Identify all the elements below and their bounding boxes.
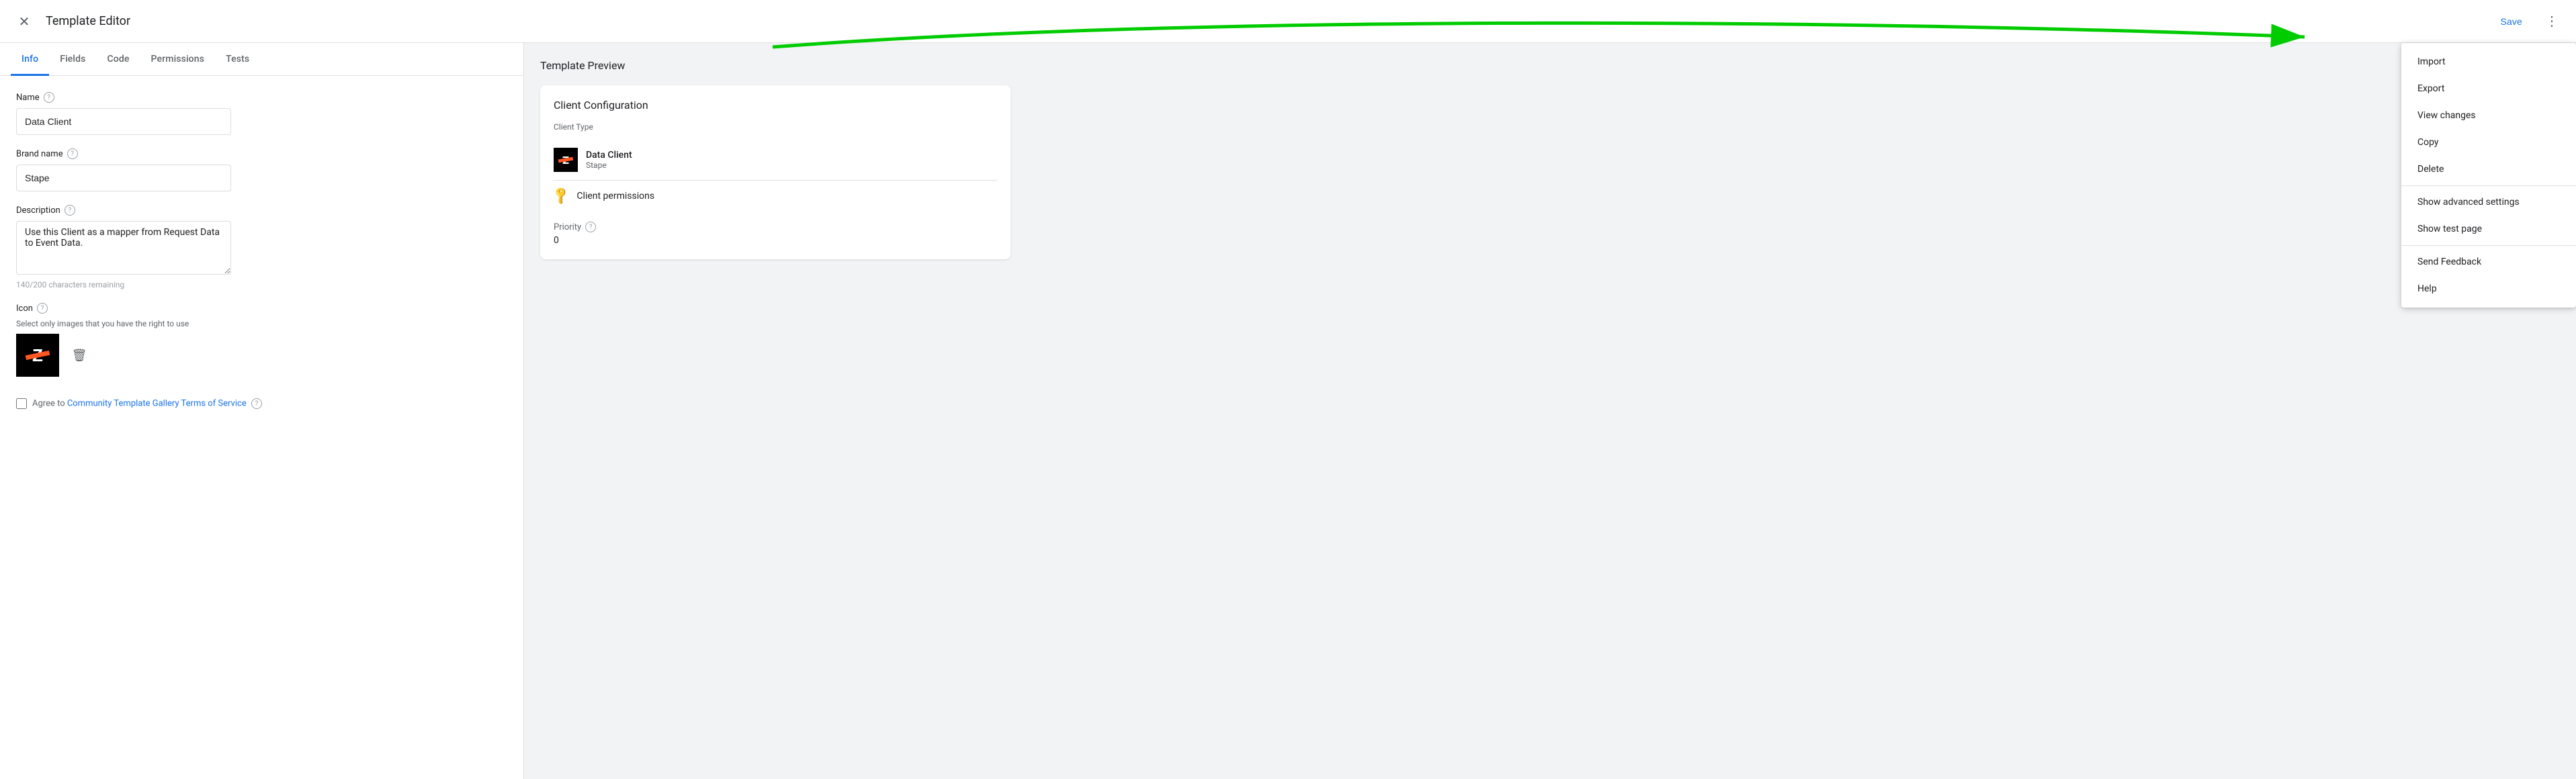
dropdown-item-test-page[interactable]: Show test page <box>2401 216 2576 242</box>
page-title: Template Editor <box>46 14 2490 28</box>
description-help-icon[interactable]: ? <box>65 205 75 216</box>
brand-help-icon[interactable]: ? <box>67 148 78 159</box>
preview-card-title: Client Configuration <box>554 99 997 111</box>
tos-link[interactable]: Community Template Gallery Terms of Serv… <box>67 398 247 408</box>
name-help-icon[interactable]: ? <box>44 92 54 103</box>
tos-row: Agree to Community Template Gallery Term… <box>16 398 507 409</box>
dropdown-item-export[interactable]: Export <box>2401 75 2576 102</box>
right-panel: Template Preview Client Configuration Cl… <box>524 43 2576 779</box>
client-item: Z Data Client Stape <box>554 140 997 181</box>
tab-code[interactable]: Code <box>97 43 140 76</box>
dropdown-item-feedback[interactable]: Send Feedback <box>2401 248 2576 275</box>
char-count: 140/200 characters remaining <box>16 280 507 289</box>
name-label: Name ? <box>16 92 507 103</box>
client-name: Data Client <box>586 150 997 161</box>
close-button[interactable]: ✕ <box>11 8 38 35</box>
name-group: Name ? <box>16 92 507 135</box>
icon-preview: Z 🗑 <box>16 334 507 377</box>
brand-label: Brand name ? <box>16 148 507 159</box>
priority-label: Priority ? <box>554 222 997 232</box>
tab-tests[interactable]: Tests <box>215 43 260 76</box>
icon-delete-button[interactable]: 🗑 <box>67 343 91 367</box>
main-layout: Info Fields Code Permissions Tests Name … <box>0 43 2576 779</box>
tab-bar: Info Fields Code Permissions Tests <box>0 43 523 76</box>
header-actions: Save ⋮ <box>2490 8 2565 35</box>
tab-permissions[interactable]: Permissions <box>140 43 216 76</box>
priority-section: Priority ? 0 <box>554 222 997 246</box>
dropdown-item-import[interactable]: Import <box>2401 48 2576 75</box>
priority-help-icon[interactable]: ? <box>585 222 596 232</box>
dropdown-item-delete[interactable]: Delete <box>2401 156 2576 183</box>
permissions-item[interactable]: 🔑 Client permissions <box>554 181 997 211</box>
description-input[interactable]: Use this Client as a mapper from Request… <box>16 221 231 275</box>
tab-fields[interactable]: Fields <box>49 43 96 76</box>
tos-checkbox[interactable] <box>16 398 27 409</box>
icon-group: Icon ? Select only images that you have … <box>16 303 507 377</box>
dropdown-divider-2 <box>2401 245 2576 246</box>
icon-box[interactable]: Z <box>16 334 59 377</box>
description-group: Description ? Use this Client as a mappe… <box>16 205 507 289</box>
brand-group: Brand name ? <box>16 148 507 191</box>
icon-label: Icon ? <box>16 303 507 314</box>
tab-info[interactable]: Info <box>11 43 49 76</box>
preview-card: Client Configuration Client Type Z Data … <box>540 85 1011 259</box>
name-input[interactable] <box>16 108 231 135</box>
dropdown-menu: Import Export View changes Copy Delete S… <box>2401 43 2576 308</box>
client-icon-box: Z <box>554 148 578 172</box>
priority-value: 0 <box>554 235 997 246</box>
form-content: Name ? Brand name ? Description ? U <box>0 76 523 779</box>
save-button[interactable]: Save <box>2490 11 2533 32</box>
icon-sublabel: Select only images that you have the rig… <box>16 319 507 328</box>
client-info: Data Client Stape <box>586 150 997 170</box>
icon-help-icon[interactable]: ? <box>37 303 48 314</box>
dropdown-item-view-changes[interactable]: View changes <box>2401 102 2576 129</box>
more-options-button[interactable]: ⋮ <box>2538 8 2565 35</box>
dropdown-item-copy[interactable]: Copy <box>2401 129 2576 156</box>
brand-input[interactable] <box>16 165 231 191</box>
preview-title: Template Preview <box>540 59 2560 72</box>
dropdown-item-help[interactable]: Help <box>2401 275 2576 302</box>
key-icon: 🔑 <box>551 185 572 206</box>
permissions-label: Client permissions <box>576 191 654 201</box>
header: ✕ Template Editor Save ⋮ <box>0 0 2576 43</box>
client-type-label: Client Type <box>554 122 997 132</box>
client-brand: Stape <box>586 161 997 170</box>
tos-label: Agree to Community Template Gallery Term… <box>32 398 262 409</box>
close-icon: ✕ <box>19 13 30 30</box>
dropdown-item-advanced[interactable]: Show advanced settings <box>2401 189 2576 216</box>
description-label: Description ? <box>16 205 507 216</box>
left-panel: Info Fields Code Permissions Tests Name … <box>0 43 524 779</box>
dropdown-divider <box>2401 185 2576 186</box>
tos-help-icon[interactable]: ? <box>251 398 262 409</box>
